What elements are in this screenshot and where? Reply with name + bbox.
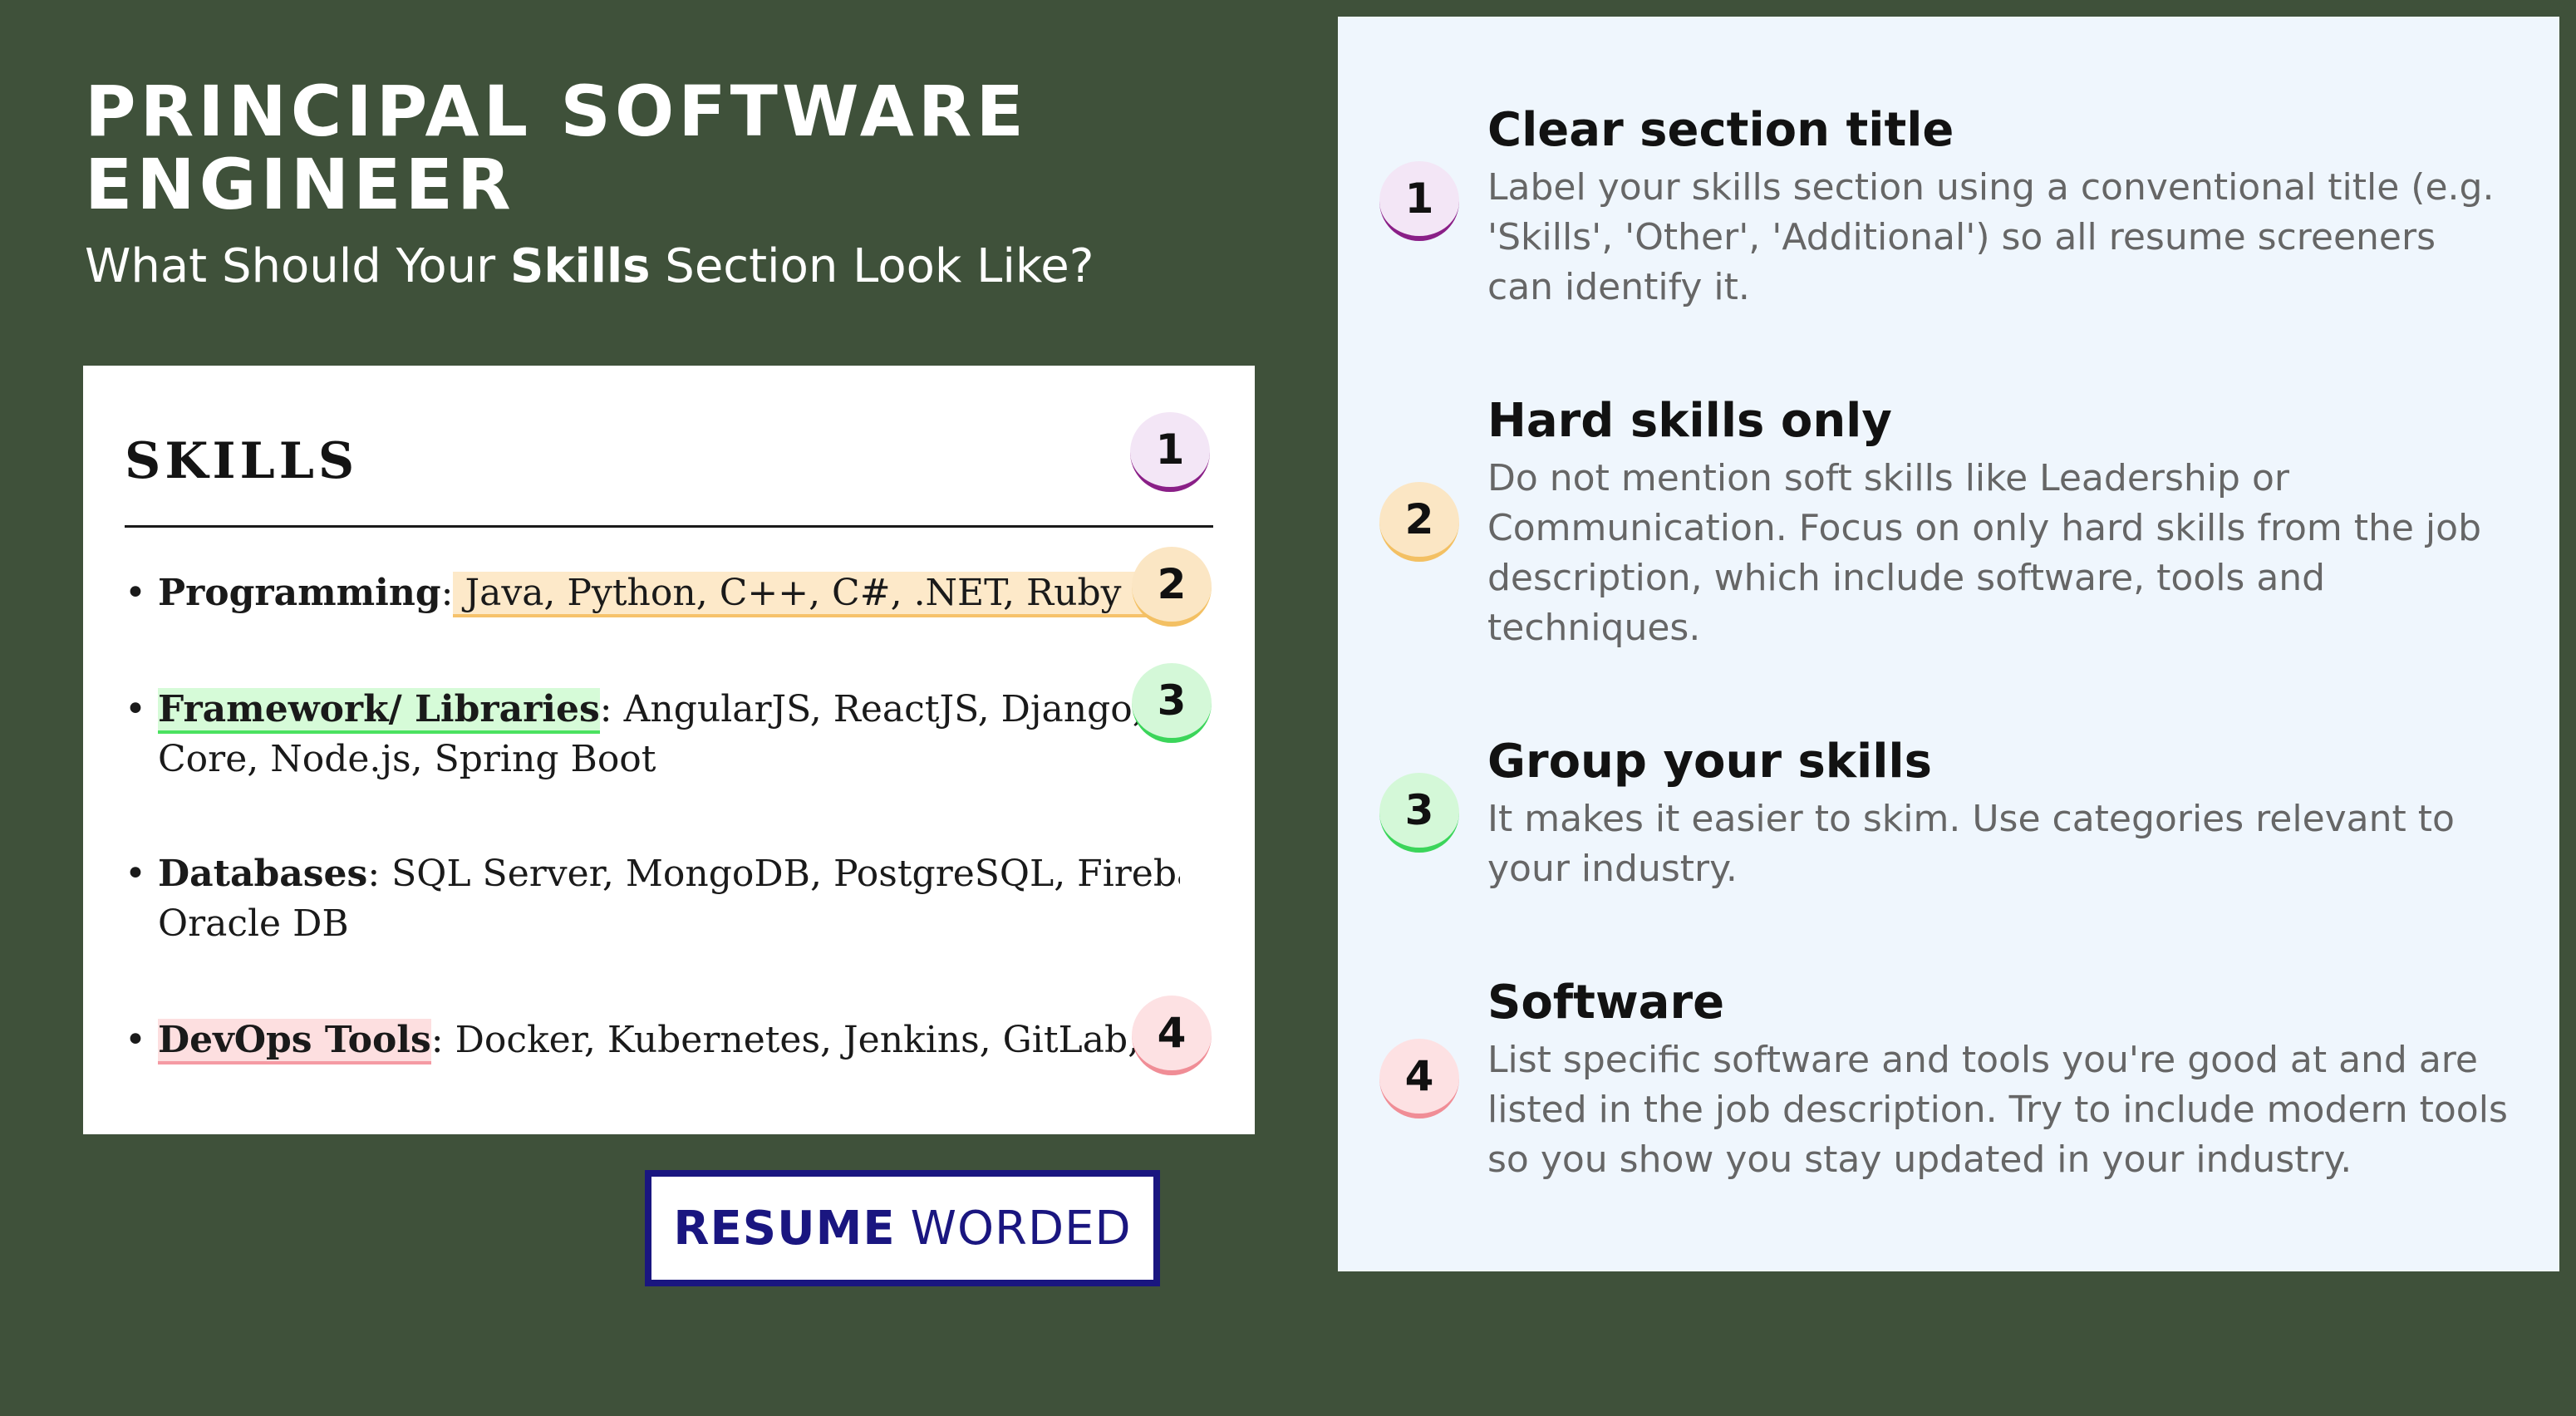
tip-title: Hard skills only [1487, 394, 1892, 448]
bullet-icon: • [125, 1019, 146, 1061]
tip-description: It makes it easier to skim. Use categori… [1487, 798, 2455, 890]
page-title: PRINCIPAL SOFTWARE ENGINEER [85, 71, 1028, 225]
tip-clear-section-title: Clear section title Label your skills se… [1487, 101, 2510, 312]
subtitle-bold: Skills [509, 239, 651, 293]
skill-item-devops: • DevOps Tools: Docker, Kubernetes, Jenki… [125, 1015, 1180, 1065]
skill-category: Databases [158, 853, 368, 895]
skill-values-continued: Oracle DB [158, 902, 349, 945]
skill-category-highlight: DevOps Tools [158, 1019, 431, 1064]
tip-group-your-skills: Group your skills It makes it easier to … [1487, 733, 2510, 894]
logo-bold-text: RESUME [673, 1201, 896, 1256]
skill-item-frameworks: • Framework/ Libraries: AngularJS, ReactJ… [125, 685, 1180, 784]
tip-badge-4: 4 [1379, 1039, 1459, 1119]
skill-separator: : [430, 1019, 444, 1061]
tip-badge-1: 1 [1379, 161, 1459, 241]
tip-title: Clear section title [1487, 103, 1954, 157]
tip-badge-3: 3 [1379, 773, 1459, 853]
tip-hard-skills-only: Hard skills only Do not mention soft ski… [1487, 392, 2510, 653]
skill-separator: : [599, 688, 612, 730]
tips-panel: 1 Clear section title Label your skills … [1338, 17, 2559, 1271]
tip-description: Label your skills section using a conven… [1487, 166, 2495, 308]
skill-values: SQL Server, MongoDB, PostgreSQL, Firebas… [380, 853, 1180, 895]
tip-badge-2: 2 [1379, 482, 1459, 562]
skill-category: Programming [158, 572, 441, 614]
subtitle-post: Section Look Like? [650, 239, 1094, 293]
badge-1: 1 [1130, 412, 1210, 492]
tip-title: Software [1487, 976, 1725, 1030]
skill-separator: : [440, 572, 454, 614]
skill-category-highlight: Framework/ Libraries [158, 688, 600, 734]
subtitle-pre: What Should Your [85, 239, 510, 293]
tip-title: Group your skills [1487, 735, 1932, 789]
tip-description: Do not mention soft skills like Leadersh… [1487, 457, 2481, 649]
tip-description: List specific software and tools you're … [1487, 1039, 2508, 1181]
bullet-icon: • [125, 853, 146, 895]
bullet-icon: • [125, 572, 146, 614]
resume-worded-logo: RESUME WORDED [645, 1170, 1160, 1286]
skill-values-highlight: Java, Python, C++, C#, .NET, Ruby on Rai… [453, 572, 1180, 617]
badge-3: 3 [1132, 663, 1212, 743]
badge-2: 2 [1132, 547, 1212, 627]
logo-regular-text: WORDED [910, 1201, 1132, 1256]
skill-values-continued: Core, Node.js, Spring Boot [158, 738, 656, 780]
skill-separator: : [367, 853, 381, 895]
page-subtitle: What Should Your Skills Section Look Lik… [85, 238, 1094, 296]
skill-item-databases: • Databases: SQL Server, MongoDB, Postgre… [125, 849, 1180, 949]
skill-values: Docker, Kubernetes, Jenkins, GitLab, Ans [443, 1019, 1180, 1061]
skills-heading: SKILLS [125, 432, 359, 490]
skill-values: AngularJS, ReactJS, Django, .NET [623, 688, 1180, 730]
badge-4: 4 [1132, 996, 1212, 1075]
tip-software: Software List specific software and tool… [1487, 974, 2510, 1185]
resume-skills-card: SKILLS 1 • Programming: Java, Python, C++… [83, 366, 1255, 1134]
heading-divider [125, 525, 1213, 528]
bullet-icon: • [125, 688, 146, 730]
skill-item-programming: • Programming: Java, Python, C++, C#, .NE… [125, 568, 1180, 618]
